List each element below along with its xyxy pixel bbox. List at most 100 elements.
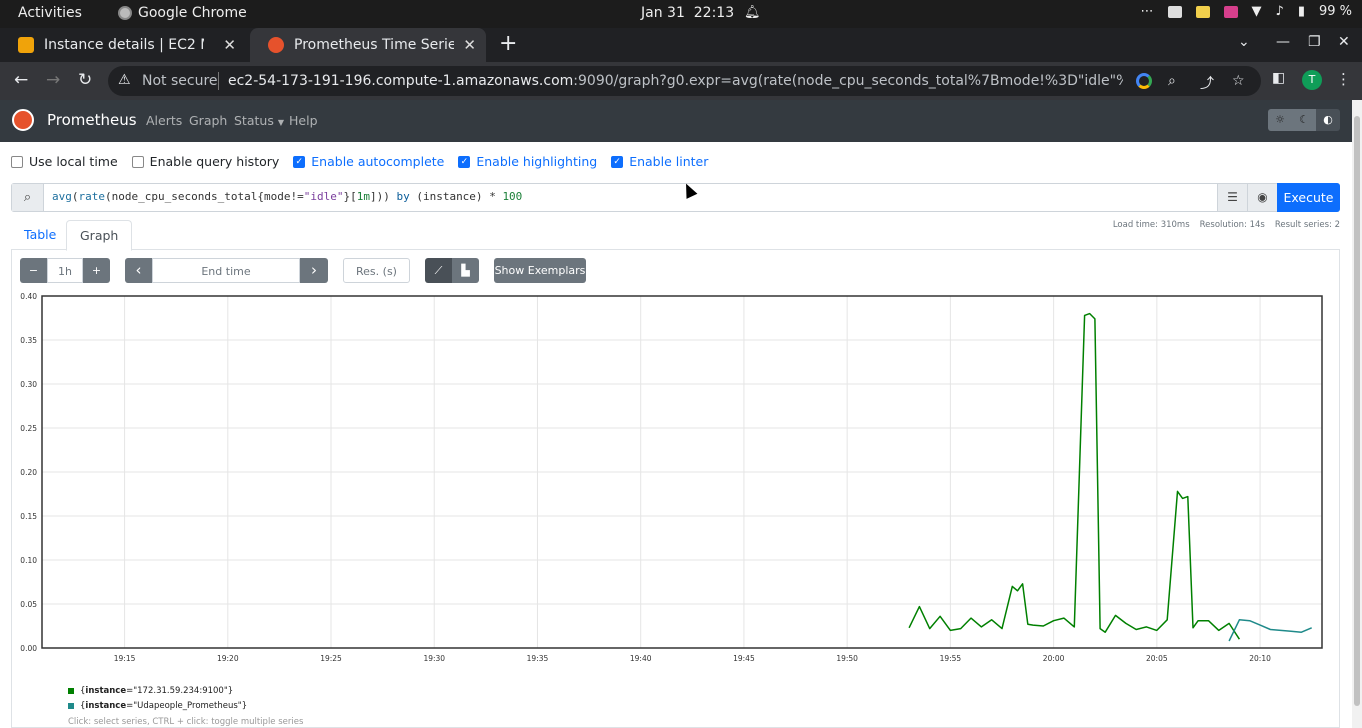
tab-graph[interactable]: Graph (66, 220, 133, 251)
zoom-icon[interactable]: ⌕ (1168, 73, 1176, 89)
x-tick-label: 19:25 (320, 654, 342, 663)
show-exemplars-button[interactable]: Show Exemplars (494, 258, 586, 283)
light-theme-icon[interactable]: ☼ (1268, 109, 1292, 131)
volume-icon[interactable]: ♪ (1276, 4, 1284, 19)
forward-icon[interactable]: → (46, 70, 60, 90)
share-icon[interactable]: ⤴ (1200, 73, 1214, 93)
page-scrollbar[interactable] (1352, 100, 1362, 728)
auto-theme-icon[interactable]: ◐ (1316, 109, 1340, 131)
option-linter[interactable]: ✓ Enable linter (611, 154, 708, 169)
tab-search-icon[interactable]: ⌄ (1238, 34, 1250, 50)
next-time-button[interactable]: › (300, 258, 328, 283)
browser-tab-ec2[interactable]: Instance details | EC2 Man ✕ (0, 28, 246, 62)
google-lens-icon[interactable] (1136, 73, 1152, 89)
brand[interactable]: Prometheus (47, 111, 137, 129)
legend-item[interactable]: {instance="Udapeople_Prometheus"} (68, 701, 247, 711)
dark-theme-icon[interactable]: ☾ (1292, 109, 1316, 131)
execute-button[interactable]: Execute (1277, 183, 1340, 212)
bookmark-star-icon[interactable]: ☆ (1232, 73, 1245, 89)
legend-text: {instance="172.31.59.234:9100"} (80, 686, 234, 696)
address-bar[interactable]: ⚠ Not secure ec2-54-173-191-196.compute-… (108, 66, 1261, 96)
tab-table[interactable]: Table (11, 220, 69, 250)
nav-status-label: Status (234, 113, 274, 128)
restore-icon[interactable]: ❐ (1308, 34, 1321, 50)
expr-metric: node_cpu_seconds_total (111, 190, 258, 203)
legend-swatch (68, 688, 74, 694)
security-label[interactable]: Not secure (142, 73, 218, 89)
warning-icon[interactable]: ⚠ (118, 72, 131, 88)
url-path: :9090/graph?g0.expr=avg(rate(node_cpu_se… (573, 73, 1123, 89)
battery-icon[interactable]: ▮ (1298, 4, 1305, 19)
browser-tab-prometheus[interactable]: Prometheus Time Series C ✕ (250, 28, 486, 62)
nav-help[interactable]: Help (289, 113, 318, 128)
nav-graph[interactable]: Graph (189, 113, 227, 128)
x-tick-label: 20:05 (1146, 654, 1168, 663)
nav-status[interactable]: Status ▼ (234, 113, 284, 128)
caret-down-icon: ▼ (277, 118, 284, 127)
option-label: Use local time (29, 154, 118, 169)
date-label: Jan 31 (641, 5, 685, 21)
more-icon[interactable]: ⋯ (1141, 4, 1154, 19)
prometheus-icon (268, 37, 284, 53)
stacked-chart-icon[interactable]: ▙ (452, 258, 479, 283)
expr-range: 1m (356, 190, 370, 203)
new-tab-button[interactable]: + (499, 31, 517, 56)
checkbox-checked[interactable]: ✓ (293, 155, 306, 168)
line-chart-icon[interactable]: ⟋ (425, 258, 452, 283)
back-icon[interactable]: ← (14, 70, 28, 90)
decrease-range-button[interactable]: − (20, 258, 47, 283)
legend-key: instance (85, 686, 127, 696)
metrics-explorer-icon[interactable]: ◉ (1247, 184, 1277, 211)
app-name: Google Chrome (138, 5, 247, 21)
close-icon[interactable]: ✕ (463, 36, 476, 54)
series-line[interactable] (1228, 619, 1312, 642)
minimize-icon[interactable]: — (1276, 34, 1290, 50)
resolution-input[interactable]: Res. (s) (343, 258, 410, 283)
prometheus-logo-icon[interactable] (12, 109, 34, 131)
range-input[interactable]: 1h (47, 258, 83, 283)
window-close-icon[interactable]: ✕ (1338, 34, 1350, 50)
side-panel-icon[interactable]: ◧ (1272, 70, 1285, 86)
legend-item[interactable]: {instance="172.31.59.234:9100"} (68, 686, 233, 696)
menu-icon[interactable]: ⋮ (1336, 70, 1351, 88)
x-tick-label: 19:35 (527, 654, 549, 663)
nav-alerts[interactable]: Alerts (146, 113, 182, 128)
option-highlighting[interactable]: ✓ Enable highlighting (458, 154, 597, 169)
time-series-chart[interactable]: 0.00 0.05 0.10 0.15 0.20 0.25 0.30 0.35 0.40 19:1… (11, 288, 1331, 668)
option-local-time[interactable]: Use local time (11, 154, 118, 169)
increase-range-button[interactable]: + (83, 258, 110, 283)
scrollbar-thumb[interactable] (1354, 116, 1360, 706)
activities-button[interactable]: Activities (18, 5, 82, 21)
clock[interactable]: Jan 31 22:13 (641, 5, 734, 21)
reload-icon[interactable]: ↻ (78, 70, 92, 90)
y-tick-label: 0.30 (20, 380, 37, 389)
wifi-icon[interactable]: ▼ (1252, 4, 1262, 19)
option-autocomplete[interactable]: ✓ Enable autocomplete (293, 154, 444, 169)
app-menu[interactable]: Google Chrome (118, 5, 247, 21)
bell-icon[interactable]: 🔔︎ (744, 5, 761, 20)
previous-time-button[interactable]: ‹ (125, 258, 152, 283)
query-options: Use local time Enable query history ✓ Ena… (11, 154, 708, 169)
profile-avatar[interactable]: T (1302, 70, 1322, 90)
close-icon[interactable]: ✕ (223, 36, 236, 54)
checkbox-checked[interactable]: ✓ (611, 155, 624, 168)
x-tick-label: 19:50 (836, 654, 858, 663)
expr-label-key: mode (263, 190, 291, 203)
system-tray[interactable]: ⋯ ▼ ♪ ▮ 99 % (1141, 4, 1352, 19)
series-line[interactable] (908, 312, 1241, 640)
docker-icon[interactable] (1167, 5, 1182, 18)
sticky-notes-icon[interactable] (1195, 5, 1210, 18)
checkbox[interactable] (11, 155, 23, 168)
checkbox[interactable] (131, 155, 144, 168)
expression-input[interactable]: ⌕ avg(rate(node_cpu_seconds_total{mode!=… (11, 183, 1340, 212)
checkbox-checked[interactable]: ✓ (458, 155, 471, 168)
slack-icon[interactable] (1223, 5, 1238, 18)
y-tick-label: 0.20 (20, 468, 37, 477)
x-tick-label: 19:20 (217, 654, 239, 663)
expr-keyword: by (396, 190, 410, 203)
option-query-history[interactable]: Enable query history (131, 154, 279, 169)
url-text[interactable]: ec2-54-173-191-196.compute-1.amazonaws.c… (228, 73, 1123, 89)
format-expression-icon[interactable]: ☰ (1217, 184, 1247, 211)
expression-text[interactable]: avg(rate(node_cpu_seconds_total{mode!="i… (52, 190, 522, 203)
end-time-input[interactable]: End time (152, 258, 300, 283)
